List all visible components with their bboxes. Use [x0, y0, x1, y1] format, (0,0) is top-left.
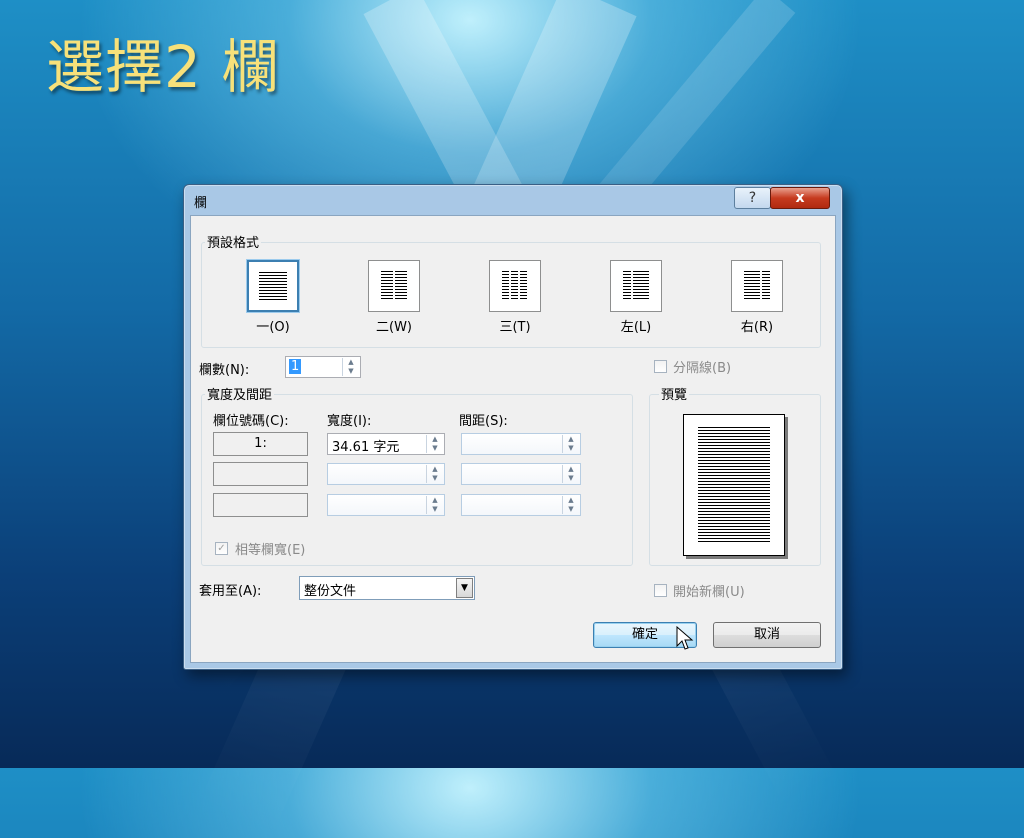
- preset-two-icon: [368, 260, 420, 312]
- num-columns-spinner[interactable]: 1 ▲ ▼: [285, 356, 361, 378]
- preview-legend: 預覽: [659, 384, 690, 403]
- width-spinner-2: ▲ ▼: [327, 463, 445, 485]
- preset-three-icon: [489, 260, 541, 312]
- spin-down-icon: ▼: [432, 474, 438, 482]
- preset-left-label: 左: [620, 320, 634, 335]
- spin-down-icon: ▼: [432, 444, 438, 452]
- new-column-checkbox[interactable]: [654, 584, 667, 597]
- spin-down-icon: ▼: [432, 505, 438, 513]
- num-columns-input[interactable]: 1: [289, 359, 302, 374]
- num-columns-label: 欄數(N):: [199, 363, 250, 378]
- preset-three[interactable]: 三(T): [485, 260, 545, 335]
- close-button[interactable]: x: [770, 187, 830, 209]
- preset-one-icon: [247, 260, 299, 312]
- spin-down-icon: ▼: [568, 444, 574, 452]
- num-columns-spin-buttons[interactable]: ▲ ▼: [342, 358, 359, 376]
- apply-to-label: 套用至(A):: [199, 584, 262, 599]
- dialog-title: 欄: [194, 196, 208, 211]
- line-between-label: 分隔線(B): [673, 361, 732, 376]
- preset-one[interactable]: 一(O): [243, 260, 303, 335]
- apply-to-select[interactable]: 整份文件 ▼: [299, 576, 475, 600]
- spacing-header: 間距(S):: [459, 414, 508, 429]
- spacing-spin-buttons-2: ▲ ▼: [562, 465, 579, 483]
- equal-width-checkbox[interactable]: ✓: [215, 542, 228, 555]
- preset-one-label: 一: [256, 320, 270, 335]
- spacing-spinner-3: ▲ ▼: [461, 494, 581, 516]
- col-number-cell-3: [213, 493, 308, 517]
- presets-legend: 預設格式: [205, 232, 262, 251]
- preset-left-key: (L): [633, 320, 652, 335]
- check-icon: ✓: [217, 543, 226, 554]
- preset-one-key: (O): [269, 320, 290, 335]
- spin-up-icon: ▲: [432, 496, 438, 504]
- width-header: 寬度(I):: [327, 414, 372, 429]
- spacing-spin-buttons-3: ▲ ▼: [562, 496, 579, 514]
- preset-two-key: (W): [389, 320, 412, 335]
- preview-page: [683, 414, 785, 556]
- preset-right-label: 右: [740, 320, 754, 335]
- columns-dialog: 欄 ? x 預設格式 一(O) 二(W) 三(T) 左(L) 右(R) 欄數(N…: [183, 184, 843, 670]
- spin-up-icon: ▲: [568, 435, 574, 443]
- line-between-checkbox[interactable]: [654, 360, 667, 373]
- mouse-cursor-icon: [676, 626, 694, 650]
- slide-title: 選擇2 欄: [46, 33, 281, 101]
- preset-right-key: (R): [753, 320, 774, 335]
- width-input-1[interactable]: 34.61 字元: [332, 436, 399, 455]
- spin-down-icon: ▼: [568, 505, 574, 513]
- help-icon: ?: [748, 190, 757, 206]
- spin-down-icon: ▼: [348, 367, 354, 375]
- spin-up-icon: ▲: [348, 358, 354, 366]
- width-spin-buttons-1[interactable]: ▲ ▼: [426, 435, 443, 453]
- preset-two-label: 二: [375, 320, 389, 335]
- close-icon: x: [795, 190, 805, 206]
- spin-up-icon: ▲: [432, 465, 438, 473]
- spin-up-icon: ▲: [432, 435, 438, 443]
- apply-to-value: 整份文件: [304, 584, 357, 599]
- spacing-spin-buttons-1: ▲ ▼: [562, 435, 579, 453]
- preset-left[interactable]: 左(L): [606, 260, 666, 335]
- width-spinner-3: ▲ ▼: [327, 494, 445, 516]
- width-spinner-1[interactable]: 34.61 字元 ▲ ▼: [327, 433, 445, 455]
- preset-three-label: 三: [499, 320, 513, 335]
- spacing-spinner-2: ▲ ▼: [461, 463, 581, 485]
- preset-left-icon: [610, 260, 662, 312]
- chevron-down-icon[interactable]: ▼: [456, 578, 473, 598]
- preset-right[interactable]: 右(R): [727, 260, 787, 335]
- spin-up-icon: ▲: [568, 496, 574, 504]
- spacing-spinner-1: ▲ ▼: [461, 433, 581, 455]
- preset-right-icon: [731, 260, 783, 312]
- help-button[interactable]: ?: [734, 187, 771, 209]
- preset-two[interactable]: 二(W): [364, 260, 424, 335]
- dialog-body: 預設格式 一(O) 二(W) 三(T) 左(L) 右(R) 欄數(N): 1 ▲…: [190, 215, 836, 663]
- equal-width-label: 相等欄寬(E): [235, 543, 306, 558]
- preset-three-key: (T): [512, 320, 531, 335]
- col-number-cell-1: 1:: [213, 432, 308, 456]
- col-number-header: 欄位號碼(C):: [213, 414, 289, 429]
- new-column-label: 開始新欄(U): [673, 585, 745, 600]
- width-spacing-legend: 寬度及間距: [205, 384, 275, 403]
- cancel-button[interactable]: 取消: [713, 622, 821, 648]
- col-number-cell-2: [213, 462, 308, 486]
- width-spin-buttons-3: ▲ ▼: [426, 496, 443, 514]
- dialog-titlebar[interactable]: 欄 ? x: [184, 185, 842, 215]
- spin-down-icon: ▼: [568, 474, 574, 482]
- width-spin-buttons-2: ▲ ▼: [426, 465, 443, 483]
- spin-up-icon: ▲: [568, 465, 574, 473]
